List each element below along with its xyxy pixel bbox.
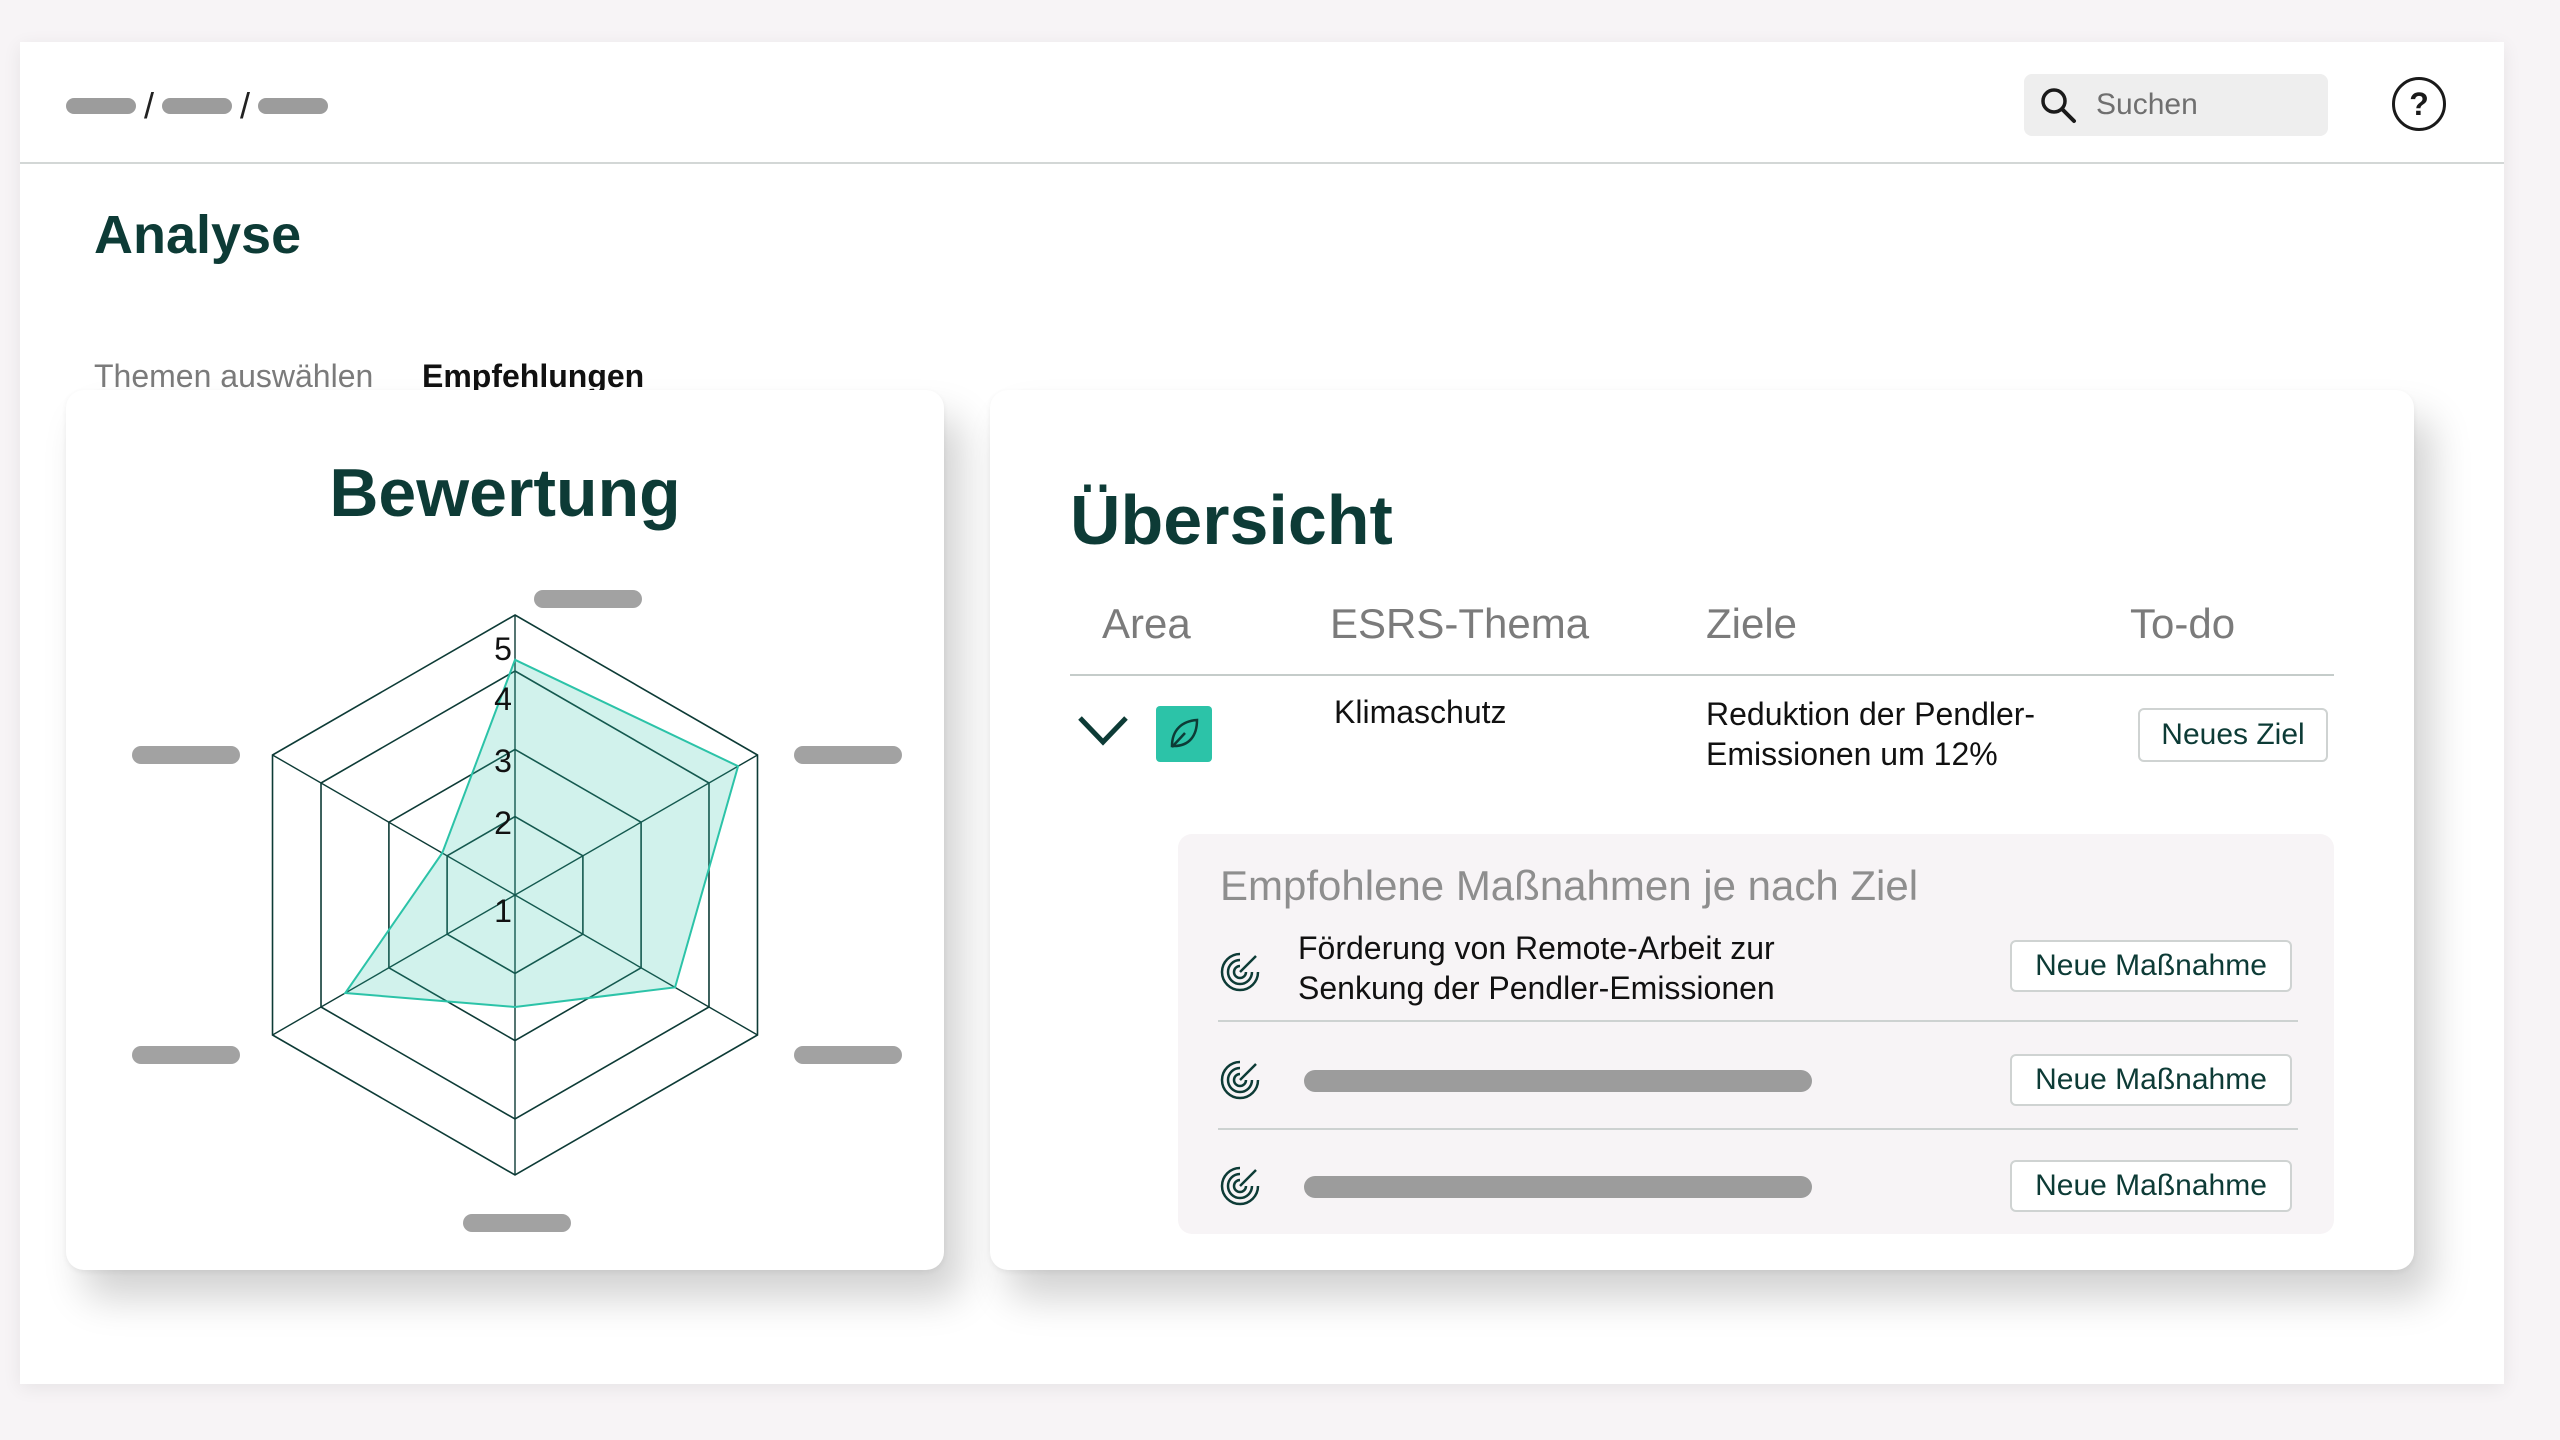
placeholder-text-bar <box>1304 1070 1812 1092</box>
recommendation-text-line: Förderung von Remote-Arbeit zur <box>1298 930 1775 966</box>
radar-axis-label <box>463 1214 571 1232</box>
column-header-area: Area <box>1102 600 1191 647</box>
help-button[interactable]: ? <box>2392 77 2446 131</box>
column-header-todo: To-do <box>2130 600 2236 647</box>
radar-axis-label <box>132 746 240 764</box>
leaf-icon <box>1170 718 1199 748</box>
new-measure-button[interactable]: Neue Maßnahme <box>2010 940 2292 992</box>
target-icon <box>1220 1060 1260 1100</box>
overview-title: Übersicht <box>1070 481 1393 559</box>
radar-scale-label: 5 <box>494 631 512 667</box>
list-item: Neue Maßnahme <box>1218 1134 2298 1234</box>
target-icon <box>1220 1166 1260 1206</box>
chevron-down-icon <box>1078 716 1128 746</box>
goal-text-line: Emissionen um 12% <box>1706 736 1998 772</box>
divider <box>1218 1020 2298 1022</box>
area-badge <box>1156 706 1212 762</box>
recommendations-title: Empfohlene Maßnahmen je nach Ziel <box>1220 862 1919 909</box>
radar-chart: 1 2 3 4 5 <box>132 590 902 1232</box>
radar-axis-label <box>794 746 902 764</box>
divider <box>1218 1128 2298 1130</box>
goal-text: Reduktion der Pendler- Emissionen um 12% <box>1706 694 2106 774</box>
search-input[interactable]: Suchen <box>2024 74 2328 136</box>
list-item: Neue Maßnahme <box>1218 1028 2298 1132</box>
breadcrumb-item[interactable] <box>258 98 329 114</box>
recommendation-text: Förderung von Remote-Arbeit zur Senkung … <box>1298 928 1775 1008</box>
radar-series-area <box>343 658 740 1009</box>
radar-axis-label <box>534 590 642 608</box>
radar-scale-label: 4 <box>494 681 512 717</box>
breadcrumb-separator: / <box>240 85 251 126</box>
new-measure-button[interactable]: Neue Maßnahme <box>2010 1160 2292 1212</box>
column-header-esrs: ESRS-Thema <box>1330 600 1590 647</box>
help-icon: ? <box>2409 85 2429 122</box>
list-item: Förderung von Remote-Arbeit zur Senkung … <box>1218 928 2298 1008</box>
breadcrumb-item[interactable] <box>162 98 233 114</box>
target-icon <box>1220 952 1260 992</box>
top-bar: / / Suchen ? <box>20 42 2504 164</box>
recommendation-text-line: Senkung der Pendler-Emissionen <box>1298 970 1775 1006</box>
new-measure-button[interactable]: Neue Maßnahme <box>2010 1054 2292 1106</box>
expand-row-button[interactable] <box>1076 712 1130 753</box>
esrs-topic: Klimaschutz <box>1334 694 1507 730</box>
breadcrumb: / / <box>66 85 329 126</box>
search-icon <box>2041 88 2076 123</box>
page-title: Analyse <box>94 205 302 265</box>
breadcrumb-item[interactable] <box>66 98 136 114</box>
search-placeholder: Suchen <box>2096 88 2198 121</box>
radar-axis-label <box>794 1046 902 1064</box>
column-header-ziele: Ziele <box>1706 600 1798 647</box>
placeholder-text-bar <box>1304 1176 1812 1198</box>
rating-card: Bewertung 12345 <box>66 390 944 1270</box>
app-window: / / Suchen ? Analyse Themen auswählen Em… <box>20 42 2504 1384</box>
recommendations-panel: Empfohlene Maßnahmen je nach Ziel Förder… <box>1178 834 2334 1234</box>
radar-scale-label: 2 <box>494 805 512 841</box>
radar-scale-label: 3 <box>494 743 512 779</box>
new-goal-button[interactable]: Neues Ziel <box>2138 708 2328 762</box>
overview-card: Übersicht Area ESRS-Thema Ziele To-do Kl… <box>990 390 2414 1270</box>
radar-axis-label <box>132 1046 240 1064</box>
breadcrumb-separator: / <box>144 85 155 126</box>
header-divider <box>1070 674 2334 676</box>
radar-scale-label: 1 <box>494 893 512 929</box>
goal-text-line: Reduktion der Pendler- <box>1706 696 2036 732</box>
